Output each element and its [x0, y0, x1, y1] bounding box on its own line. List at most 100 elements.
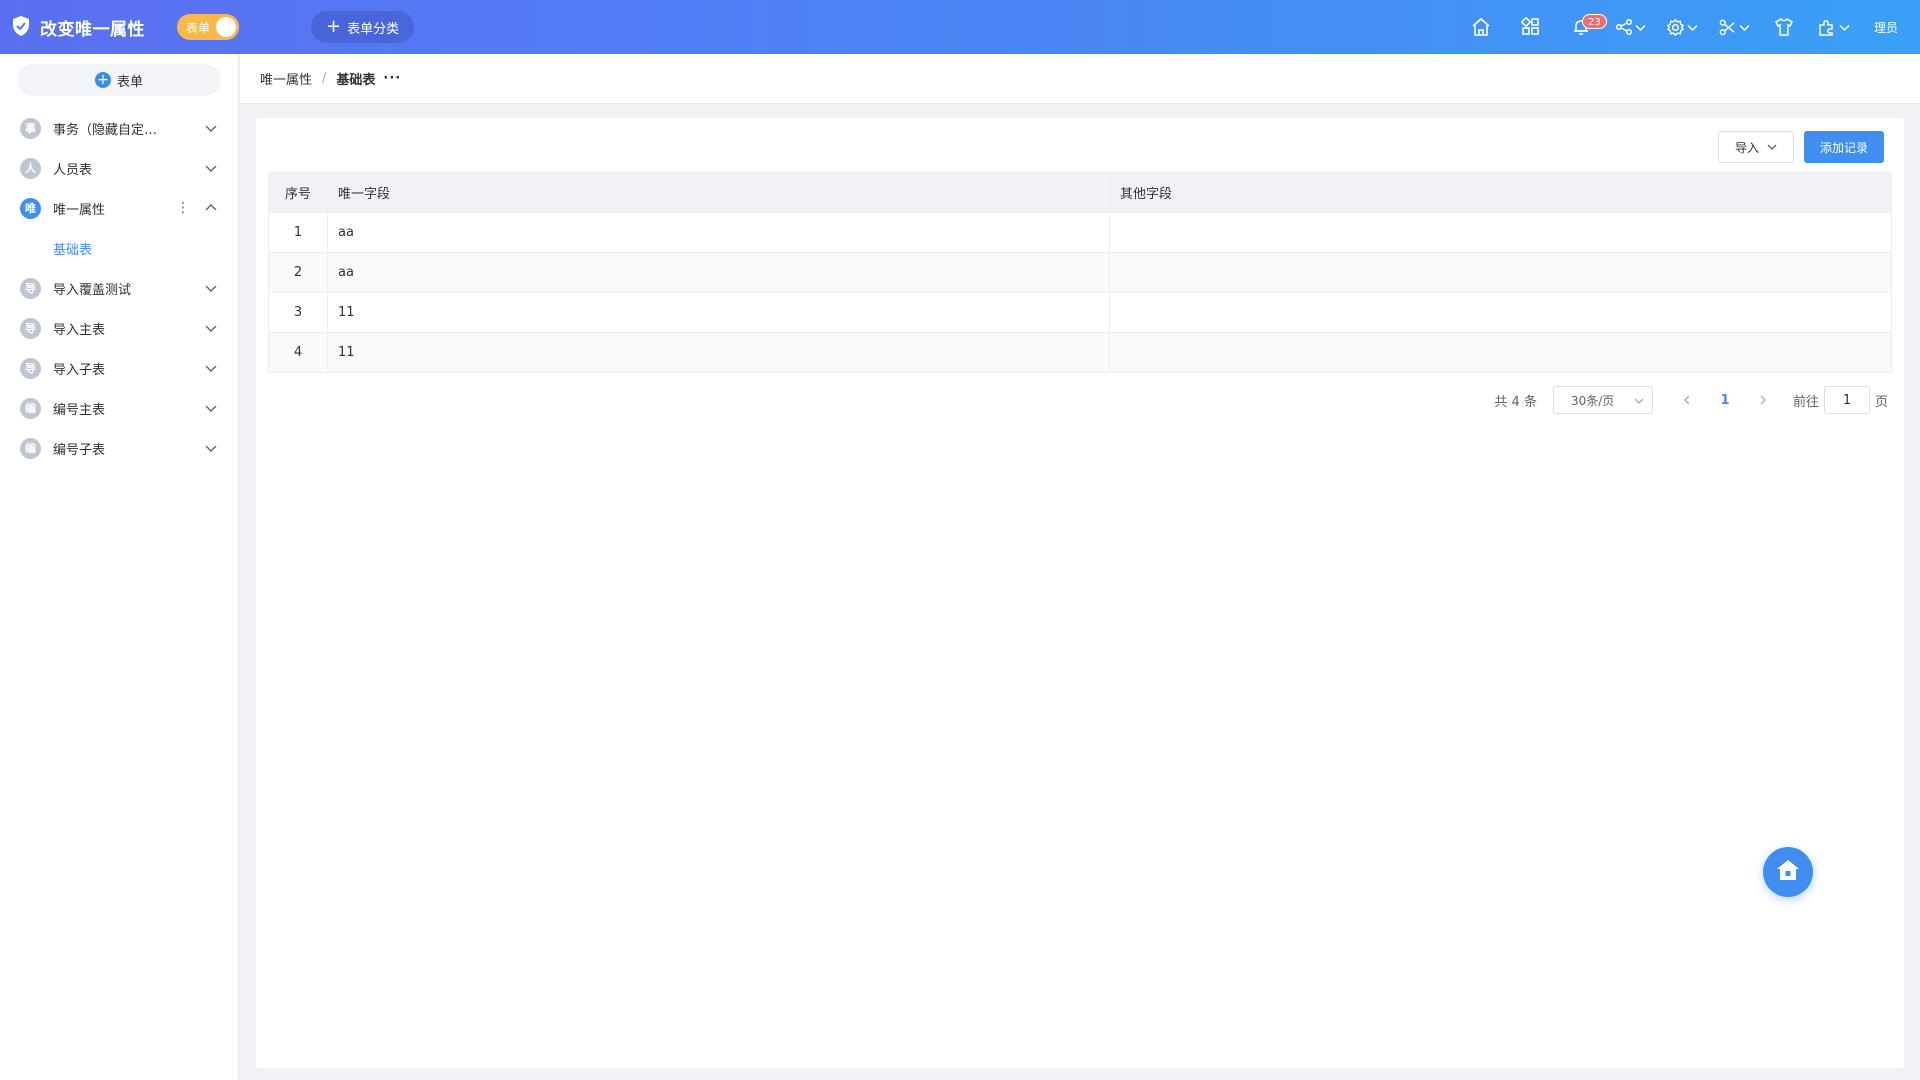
menu-badge: 唯	[20, 197, 41, 219]
goto-page-input[interactable]	[1823, 386, 1870, 414]
column-header-index[interactable]: 序号	[268, 172, 328, 213]
chevron-down-icon	[1635, 22, 1647, 33]
page-number-current[interactable]: 1	[1705, 386, 1745, 414]
share-icon	[1615, 18, 1633, 36]
header-actions: 23 理员	[1456, 0, 1920, 54]
sidebar-item-label: 唯一属性	[53, 202, 106, 218]
sidebar-item-label: 编号子表	[53, 442, 106, 458]
toggle-label: 表单	[186, 20, 211, 35]
add-record-button[interactable]: 添加记录	[1804, 131, 1884, 163]
app-title: 改变唯一属性	[40, 19, 145, 40]
sidebar-subitem-base-table[interactable]: 基础表	[0, 228, 238, 268]
chevron-down-icon	[1687, 22, 1698, 33]
menu-badge: 人	[20, 157, 41, 179]
goto-suffix: 页	[1874, 394, 1888, 410]
top-header: 改变唯一属性 表单 + 表单分类 23 理员	[0, 0, 1920, 54]
sidebar-item-number-main[interactable]: 编 编号主表	[0, 388, 238, 428]
tools-icon	[1718, 18, 1737, 37]
cell-index: 3	[268, 292, 328, 333]
table-row[interactable]: 4 11	[268, 332, 1892, 373]
sidebar: + 表单 事 事务（隐藏自定… 人 人员表 唯 唯一属性 ⋮ 基础表 导 导入覆…	[0, 54, 239, 1080]
table-row[interactable]: 3 11	[268, 292, 1892, 333]
more-horizontal-icon[interactable]: ···	[383, 71, 401, 86]
chevron-down-icon	[204, 361, 218, 375]
cell-unique-field[interactable]: aa	[327, 252, 1110, 293]
chevron-down-icon	[204, 121, 218, 135]
page-size-select[interactable]: 30条/页	[1552, 386, 1653, 414]
sidebar-item-label: 人员表	[53, 162, 93, 178]
settings-menu[interactable]	[1656, 0, 1708, 54]
theme-button[interactable]	[1760, 0, 1808, 54]
home-button[interactable]	[1456, 0, 1506, 54]
sidebar-item-import-sub[interactable]: 导 导入子表	[0, 348, 238, 388]
menu-badge: 编	[20, 437, 41, 459]
add-form-category-button[interactable]: + 表单分类	[311, 11, 415, 43]
apps-button[interactable]	[1506, 0, 1556, 54]
pagination-total: 共 4 条	[1494, 394, 1537, 410]
chevron-down-icon	[204, 401, 218, 415]
breadcrumb: 唯一属性 / 基础表 ···	[240, 54, 1920, 104]
chevron-down-icon	[1634, 398, 1644, 404]
home-icon	[1471, 17, 1491, 37]
table-row[interactable]: 2 aa	[268, 252, 1892, 293]
add-category-label: 表单分类	[347, 21, 400, 37]
cell-unique-field[interactable]: aa	[327, 212, 1110, 253]
table-header-row: 序号 唯一字段 其他字段	[268, 172, 1892, 213]
brand: 改变唯一属性	[12, 15, 145, 40]
gear-icon	[1666, 18, 1685, 37]
prev-page-button[interactable]	[1669, 386, 1705, 414]
page-size-value: 30条/页	[1570, 393, 1615, 408]
sidebar-item-import-main[interactable]: 导 导入主表	[0, 308, 238, 348]
table-row[interactable]: 1 aa	[268, 212, 1892, 253]
apps-icon	[1520, 17, 1541, 37]
form-mode-toggle[interactable]: 表单	[177, 14, 239, 40]
chevron-left-icon	[1683, 395, 1690, 405]
sidebar-item-label: 导入覆盖测试	[53, 282, 132, 298]
shirt-icon	[1774, 17, 1794, 37]
cell-other-field[interactable]	[1109, 252, 1892, 293]
tools-menu[interactable]	[1708, 0, 1760, 54]
chevron-up-icon	[204, 201, 218, 215]
share-menu[interactable]	[1606, 0, 1656, 54]
chevron-right-icon	[1760, 395, 1766, 405]
floating-home-button[interactable]	[1763, 847, 1813, 897]
sidebar-item-import-overwrite[interactable]: 导 导入覆盖测试	[0, 268, 238, 308]
add-form-label: 表单	[116, 74, 143, 90]
more-vertical-icon[interactable]: ⋮	[176, 201, 190, 215]
column-header-unique-field[interactable]: 唯一字段	[327, 172, 1110, 213]
sidebar-item-unique-attr[interactable]: 唯 唯一属性 ⋮	[0, 188, 238, 228]
plus-circle-icon: +	[94, 72, 111, 88]
user-name[interactable]: 理员	[1874, 19, 1898, 36]
sidebar-item-personnel[interactable]: 人 人员表	[0, 148, 238, 188]
sidebar-item-number-sub[interactable]: 编 编号子表	[0, 428, 238, 468]
cell-other-field[interactable]	[1109, 212, 1892, 253]
main-card: 导入 添加记录 序号 唯一字段 其他字段 1 aa 2 aa 3 11 4 11…	[256, 118, 1904, 1068]
notification-badge: 23	[1581, 14, 1607, 29]
menu-badge: 编	[20, 397, 41, 419]
cell-other-field[interactable]	[1109, 332, 1892, 373]
breadcrumb-parent[interactable]: 唯一属性	[260, 69, 312, 88]
chevron-down-icon	[1767, 144, 1777, 150]
plugin-menu[interactable]	[1808, 0, 1860, 54]
records-table: 序号 唯一字段 其他字段 1 aa 2 aa 3 11 4 11	[268, 172, 1892, 373]
house-icon	[1775, 858, 1801, 886]
chevron-down-icon	[204, 321, 218, 335]
import-label: 导入	[1734, 140, 1759, 155]
plus-icon: +	[326, 16, 342, 37]
cell-unique-field[interactable]: 11	[327, 332, 1110, 373]
breadcrumb-separator: /	[322, 71, 327, 86]
add-form-button[interactable]: + 表单	[17, 64, 221, 96]
sidebar-item-affairs[interactable]: 事 事务（隐藏自定…	[0, 108, 238, 148]
chevron-down-icon	[204, 441, 218, 455]
import-dropdown-button[interactable]: 导入	[1718, 131, 1794, 163]
next-page-button[interactable]	[1745, 386, 1781, 414]
cell-other-field[interactable]	[1109, 292, 1892, 333]
chevron-down-icon	[204, 161, 218, 175]
notification-button[interactable]: 23	[1556, 0, 1607, 54]
sidebar-item-label: 事务（隐藏自定…	[53, 122, 158, 138]
goto-prefix: 前往	[1792, 394, 1819, 410]
sidebar-item-label: 导入主表	[53, 322, 106, 338]
cell-unique-field[interactable]: 11	[327, 292, 1110, 333]
menu-badge: 导	[20, 357, 41, 379]
column-header-other-field[interactable]: 其他字段	[1109, 172, 1892, 213]
